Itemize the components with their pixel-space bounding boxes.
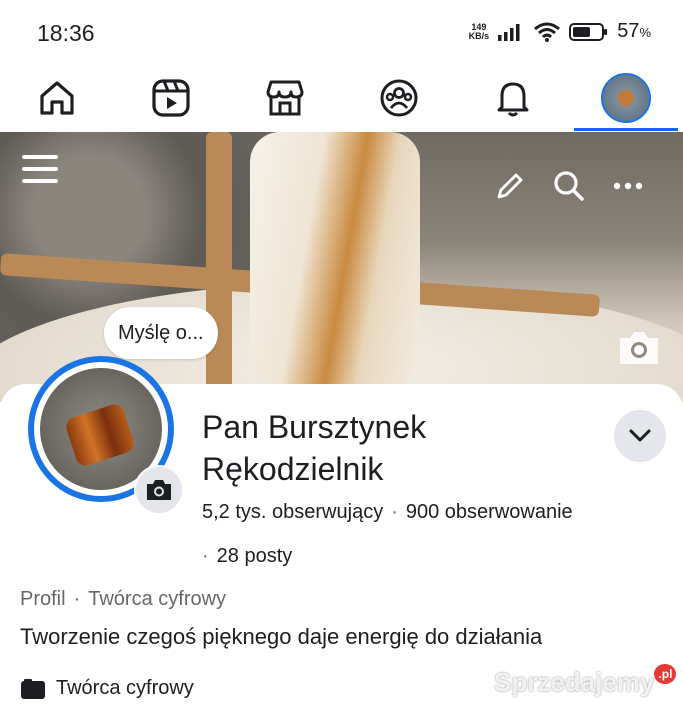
creator-info-row: Twórca cyfrowy bbox=[20, 677, 194, 700]
camera-icon bbox=[620, 332, 658, 364]
notifications-tab[interactable] bbox=[485, 70, 541, 126]
net-speed: 149 KB/s bbox=[468, 22, 490, 41]
home-icon bbox=[40, 81, 74, 115]
separator-dot: · bbox=[391, 501, 398, 523]
profile-stats: 5,2 tys. obserwujący · 900 obserwowanie bbox=[202, 501, 573, 524]
status-time: 18:36 bbox=[37, 20, 95, 46]
signal-icon bbox=[498, 23, 520, 41]
category-label: Profil bbox=[20, 588, 66, 610]
hamburger-icon bbox=[22, 155, 58, 183]
profile-name-line2: Rękodzielnik bbox=[202, 451, 384, 487]
profile-switch-button[interactable] bbox=[614, 410, 666, 462]
watermark-logo: Sprzedajemy .pl bbox=[494, 664, 677, 698]
thought-bubble-text: Myślę o... bbox=[118, 321, 204, 344]
status-icons: 149 KB/s 57% bbox=[469, 20, 651, 43]
bell-icon bbox=[497, 82, 529, 117]
status-bar: 18:36 149 KB/s 57% bbox=[0, 0, 683, 66]
menu-button[interactable] bbox=[22, 152, 58, 191]
battery-percent: 57% bbox=[617, 20, 651, 43]
marketplace-icon bbox=[266, 80, 304, 116]
groups-icon bbox=[380, 79, 418, 117]
home-tab[interactable] bbox=[29, 70, 85, 126]
followers-link[interactable]: 5,2 tys. obserwujący bbox=[202, 501, 383, 523]
category-value: Twórca cyfrowy bbox=[88, 588, 227, 610]
edit-cover-button[interactable] bbox=[616, 328, 662, 373]
battery-unit: % bbox=[639, 25, 651, 40]
battery-value: 57 bbox=[617, 20, 640, 42]
profile-category: Profil · Twórca cyfrowy bbox=[20, 588, 226, 611]
edit-avatar-button[interactable] bbox=[134, 465, 184, 515]
separator-dot: · bbox=[202, 545, 209, 567]
profile-avatar-small bbox=[601, 73, 651, 123]
briefcase-icon bbox=[21, 678, 45, 699]
profile-name: Pan Bursztynek Rękodzielnik bbox=[202, 406, 426, 490]
active-tab-indicator bbox=[574, 128, 678, 131]
avatar-amber-pendant bbox=[63, 401, 137, 469]
separator-dot: · bbox=[73, 588, 81, 610]
profile-stats-posts: · 28 posty bbox=[202, 545, 292, 568]
wifi-icon bbox=[534, 22, 561, 42]
camera-icon bbox=[147, 480, 171, 500]
top-navigation bbox=[0, 66, 683, 132]
edit-pencil-icon[interactable] bbox=[495, 171, 525, 201]
cover-stick bbox=[206, 132, 232, 392]
reels-tab[interactable] bbox=[143, 70, 199, 126]
marketplace-tab[interactable] bbox=[257, 70, 313, 126]
cover-amber-pendant bbox=[250, 132, 420, 392]
posts-count[interactable]: 28 posty bbox=[217, 545, 293, 567]
creator-label: Twórca cyfrowy bbox=[56, 677, 194, 699]
search-icon[interactable] bbox=[553, 170, 585, 202]
profile-name-line1: Pan Bursztynek bbox=[202, 409, 427, 445]
profile-bio: Tworzenie czegoś pięknego daje energię d… bbox=[20, 624, 543, 649]
groups-tab[interactable] bbox=[371, 70, 427, 126]
battery-icon bbox=[569, 22, 608, 41]
watermark-text: Sprzedajemy bbox=[494, 667, 655, 697]
watermark-suffix: .pl bbox=[654, 664, 677, 684]
cover-actions bbox=[495, 170, 643, 202]
thought-bubble[interactable]: Myślę o... bbox=[104, 307, 218, 359]
more-options-icon[interactable] bbox=[613, 181, 643, 191]
chevron-down-icon bbox=[629, 429, 651, 442]
profile-tab[interactable] bbox=[598, 70, 654, 126]
following-link[interactable]: 900 obserwowanie bbox=[406, 501, 573, 523]
reels-icon bbox=[152, 79, 190, 117]
net-speed-unit: KB/s bbox=[468, 30, 490, 41]
